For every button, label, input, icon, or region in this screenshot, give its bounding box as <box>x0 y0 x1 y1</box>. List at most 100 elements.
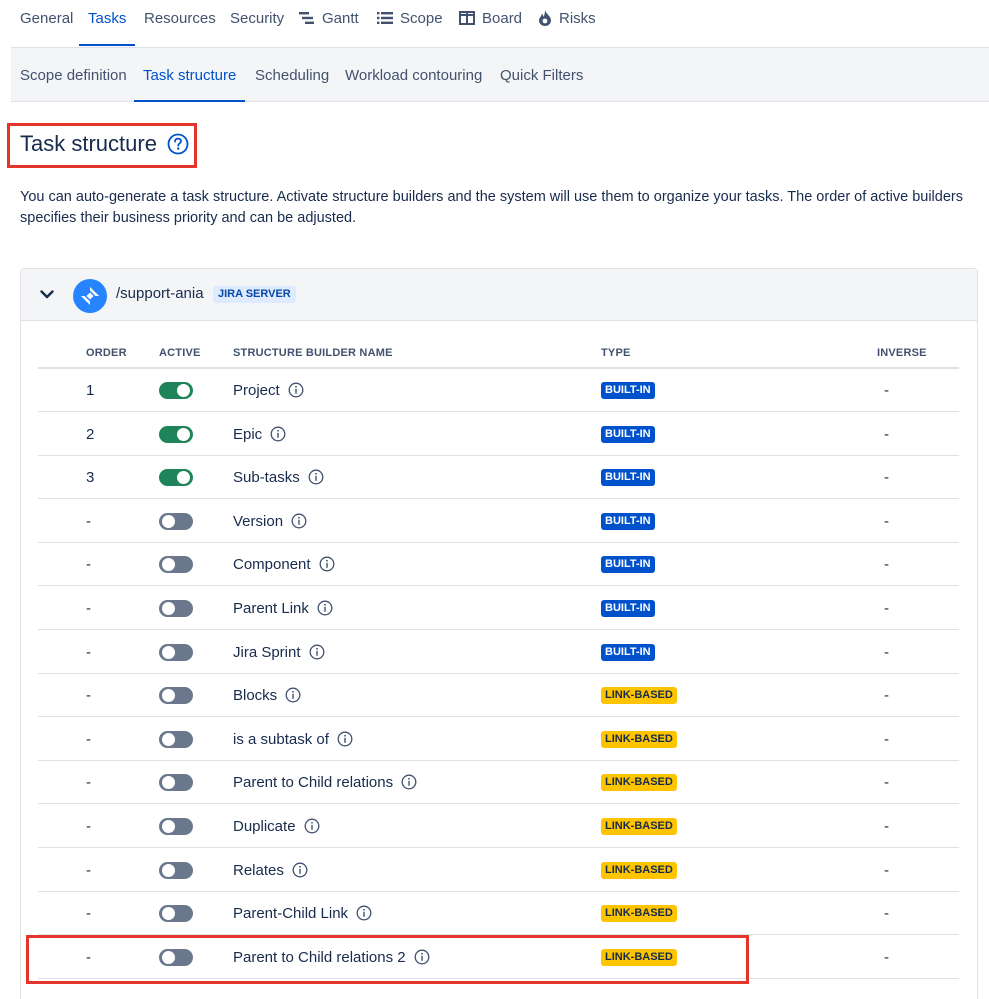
toggle-knob <box>162 775 175 789</box>
builder-name: Epic <box>233 425 263 443</box>
builder-name: Project <box>233 381 280 399</box>
type-badge: BUILT-IN <box>601 555 655 573</box>
table-row: 3 Sub-tasks BUILT-IN - <box>38 455 959 499</box>
active-toggle[interactable] <box>159 904 193 922</box>
active-toggle[interactable] <box>159 468 193 486</box>
info-icon[interactable] <box>292 862 308 878</box>
active-cell <box>159 499 193 543</box>
tab-scope[interactable]: Scope <box>377 0 443 46</box>
tab-gantt[interactable]: Gantt <box>299 0 359 46</box>
type-badge: BUILT-IN <box>601 599 655 617</box>
order-cell: - <box>86 773 91 791</box>
source-name: /support-ania <box>116 285 204 302</box>
info-icon[interactable] <box>270 426 286 442</box>
info-icon[interactable] <box>319 556 335 572</box>
info-icon[interactable] <box>285 687 301 703</box>
active-cell <box>159 630 193 674</box>
active-toggle[interactable] <box>159 773 193 791</box>
page-title: Task structure <box>20 131 189 157</box>
active-toggle[interactable] <box>159 686 193 704</box>
tab-resources[interactable]: Resources <box>144 0 216 46</box>
tab-board[interactable]: Board <box>459 0 522 46</box>
builder-name: Parent Link <box>233 599 309 617</box>
builder-name: Version <box>233 512 284 530</box>
active-cell <box>159 368 193 412</box>
table-row: - Duplicate LINK-BASED - <box>38 804 959 848</box>
type-badge: LINK-BASED <box>601 861 677 879</box>
tab-scope-definition[interactable]: Scope definition <box>20 48 127 102</box>
info-icon[interactable] <box>317 600 333 616</box>
info-icon[interactable] <box>401 774 417 790</box>
builder-name: Sub-tasks <box>233 468 300 486</box>
order-cell: - <box>86 599 91 617</box>
info-icon[interactable] <box>291 513 307 529</box>
active-toggle[interactable] <box>159 381 193 399</box>
info-icon[interactable] <box>304 818 320 834</box>
header-order: ORDER <box>86 347 127 359</box>
builder-name: Parent-Child Link <box>233 904 349 922</box>
tab-security[interactable]: Security <box>230 0 284 46</box>
type-cell: LINK-BASED <box>601 760 677 804</box>
toggle-knob <box>162 732 175 746</box>
toggle-knob <box>177 470 190 484</box>
gantt-icon <box>299 11 315 25</box>
tab-task-structure[interactable]: Task structure <box>133 48 246 102</box>
type-badge: LINK-BASED <box>601 904 677 922</box>
order-cell: - <box>86 904 91 922</box>
tab-scheduling[interactable]: Scheduling <box>255 48 329 102</box>
builder-name-cell: Parent Link <box>233 586 333 630</box>
header-type: TYPE <box>601 347 631 359</box>
help-icon[interactable] <box>167 133 189 155</box>
chevron-down-icon[interactable] <box>39 286 55 302</box>
active-cell <box>159 891 193 935</box>
active-toggle[interactable] <box>159 425 193 443</box>
table-row: - Relates LINK-BASED - <box>38 848 959 892</box>
active-toggle[interactable] <box>159 512 193 530</box>
inverse-cell: - <box>884 643 889 661</box>
builder-name-cell: Sub-tasks <box>233 455 324 499</box>
active-toggle[interactable] <box>159 730 193 748</box>
builder-name: Relates <box>233 861 284 879</box>
inverse-cell: - <box>884 817 889 835</box>
active-toggle[interactable] <box>159 861 193 879</box>
type-cell: BUILT-IN <box>601 499 655 543</box>
info-icon[interactable] <box>288 382 304 398</box>
tab-quick-filters[interactable]: Quick Filters <box>500 48 583 102</box>
active-cell <box>159 848 193 892</box>
type-cell: BUILT-IN <box>601 412 655 456</box>
tab-tasks[interactable]: Tasks <box>78 0 136 46</box>
type-cell: BUILT-IN <box>601 630 655 674</box>
flame-icon <box>538 10 552 26</box>
top-tabs: General Tasks Resources Security Gantt S… <box>0 0 989 46</box>
card-header[interactable]: /support-ania JIRA SERVER <box>21 269 977 321</box>
info-icon[interactable] <box>309 644 325 660</box>
order-cell: - <box>86 555 91 573</box>
server-badge: JIRA SERVER <box>213 286 296 303</box>
tab-workload-contouring[interactable]: Workload contouring <box>345 48 482 102</box>
active-toggle[interactable] <box>159 599 193 617</box>
active-toggle[interactable] <box>159 643 193 661</box>
inverse-cell: - <box>884 904 889 922</box>
builder-name-cell: Blocks <box>233 673 301 717</box>
builder-name-cell: Version <box>233 499 307 543</box>
toggle-knob <box>162 601 175 615</box>
table-row: - Parent to Child relations LINK-BASED - <box>38 760 959 804</box>
active-toggle[interactable] <box>159 817 193 835</box>
builder-name: Blocks <box>233 686 278 704</box>
inverse-cell: - <box>884 425 889 443</box>
table-row: - Component BUILT-IN - <box>38 542 959 586</box>
row-highlight-box <box>26 935 749 984</box>
header-active: ACTIVE <box>159 347 201 359</box>
toggle-knob <box>162 645 175 659</box>
inverse-cell: - <box>884 730 889 748</box>
info-icon[interactable] <box>337 731 353 747</box>
builder-name: Jira Sprint <box>233 643 301 661</box>
active-cell <box>159 717 193 761</box>
info-icon[interactable] <box>356 905 372 921</box>
info-icon[interactable] <box>308 469 324 485</box>
tab-risks[interactable]: Risks <box>538 0 596 46</box>
active-toggle[interactable] <box>159 555 193 573</box>
tab-general[interactable]: General <box>20 0 73 46</box>
order-cell: - <box>86 861 91 879</box>
type-cell: BUILT-IN <box>601 542 655 586</box>
